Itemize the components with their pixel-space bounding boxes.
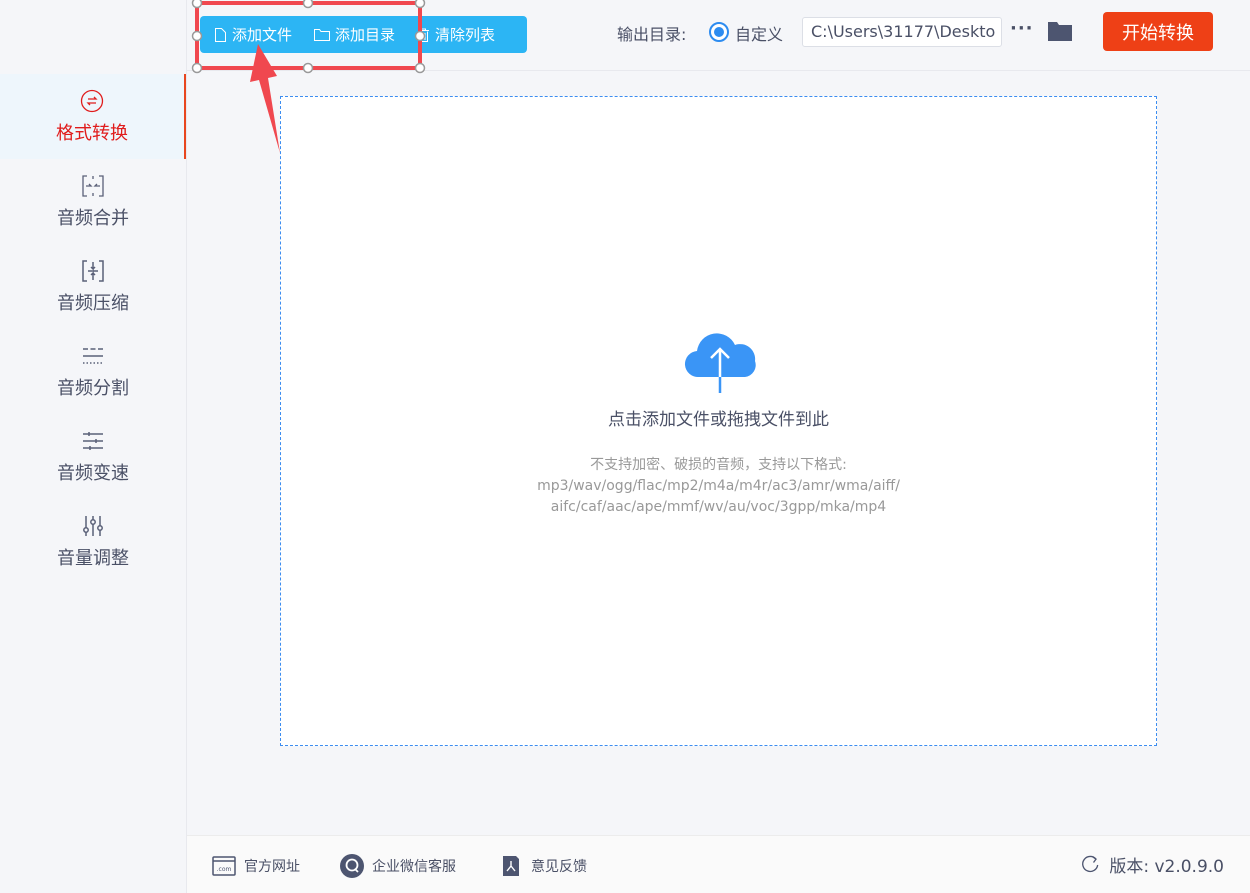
sidebar-item-label: 音量调整 <box>57 547 129 569</box>
website-link[interactable]: .com 官方网址 <box>212 854 300 878</box>
cloud-upload-icon <box>684 333 756 393</box>
custom-radio-label[interactable]: 自定义 <box>735 21 783 45</box>
folder-icon <box>314 28 331 41</box>
speed-icon <box>83 431 103 450</box>
custom-radio[interactable] <box>709 22 729 42</box>
sidebar-item-merge[interactable]: 音频合并 <box>0 159 186 244</box>
hint-line: mp3/wav/ogg/flac/mp2/m4a/m4r/ac3/amr/wma… <box>537 478 900 494</box>
trash-icon <box>418 28 430 42</box>
svg-text:.com: .com <box>217 866 232 873</box>
refresh-icon <box>1082 855 1099 872</box>
sidebar-item-label: 音频分割 <box>57 377 129 399</box>
format-hint: 不支持加密、破损的音频，支持以下格式: mp3/wav/ogg/flac/mp2… <box>281 455 1156 518</box>
wechat-support-link[interactable]: 企业微信客服 <box>340 854 456 878</box>
footer: .com 官方网址 企业微信客服 意见反馈 版本: v2.0.9.0 <box>187 835 1250 893</box>
drop-title: 点击添加文件或拖拽文件到此 <box>608 410 829 430</box>
feedback-label: 意见反馈 <box>531 859 587 875</box>
more-options-button[interactable]: ··· <box>1010 18 1034 39</box>
wechat-icon <box>340 854 364 878</box>
clear-list-label: 清除列表 <box>435 26 496 44</box>
sidebar: 格式转换 音频合并 音频压缩 音频分割 音频变速 音量调整 <box>0 0 187 893</box>
support-label: 企业微信客服 <box>372 859 456 875</box>
hint-line: 不支持加密、破损的音频，支持以下格式: <box>590 457 847 473</box>
feedback-icon <box>503 856 519 876</box>
sidebar-item-split[interactable]: 音频分割 <box>0 329 186 414</box>
open-folder-icon[interactable] <box>1047 19 1073 43</box>
version-label: 版本: v2.0.9.0 <box>1109 857 1224 877</box>
sidebar-item-compress[interactable]: 音频压缩 <box>0 244 186 329</box>
add-file-label: 添加文件 <box>232 26 293 44</box>
sidebar-item-speed[interactable]: 音频变速 <box>0 414 186 499</box>
version-info[interactable]: 版本: v2.0.9.0 <box>1081 852 1224 877</box>
add-folder-button[interactable]: 添加目录 <box>292 24 395 45</box>
feedback-link[interactable]: 意见反馈 <box>499 854 587 878</box>
clear-list-button[interactable]: 清除列表 <box>395 24 495 45</box>
drop-zone[interactable]: 点击添加文件或拖拽文件到此 不支持加密、破损的音频，支持以下格式: mp3/wa… <box>280 96 1157 746</box>
sidebar-item-label: 音频压缩 <box>57 292 129 314</box>
sidebar-item-volume[interactable]: 音量调整 <box>0 499 186 584</box>
add-folder-label: 添加目录 <box>335 26 396 44</box>
split-icon <box>83 347 103 364</box>
compress-icon <box>82 259 104 282</box>
volume-sliders-icon <box>83 515 103 536</box>
web-icon: .com <box>212 856 236 876</box>
file-icon <box>215 27 226 42</box>
hint-line: aifc/caf/aac/ape/mmf/wv/au/voc/3gpp/mka/… <box>550 499 887 515</box>
website-label: 官方网址 <box>244 859 300 875</box>
sidebar-item-format-convert[interactable]: 格式转换 <box>0 74 186 159</box>
sidebar-item-label: 音频合并 <box>57 207 129 229</box>
add-file-button[interactable]: 添加文件 <box>200 24 292 45</box>
sidebar-item-label: 音频变速 <box>57 462 129 484</box>
merge-icon <box>82 174 104 197</box>
sidebar-item-label: 格式转换 <box>56 122 128 144</box>
convert-icon <box>80 89 104 112</box>
output-path-input[interactable]: C:\Users\31177\Deskto <box>802 17 1002 47</box>
output-dir-label: 输出目录: <box>617 25 687 44</box>
file-toolbar: 添加文件 添加目录 清除列表 <box>200 16 527 53</box>
start-convert-button[interactable]: 开始转换 <box>1103 12 1213 51</box>
